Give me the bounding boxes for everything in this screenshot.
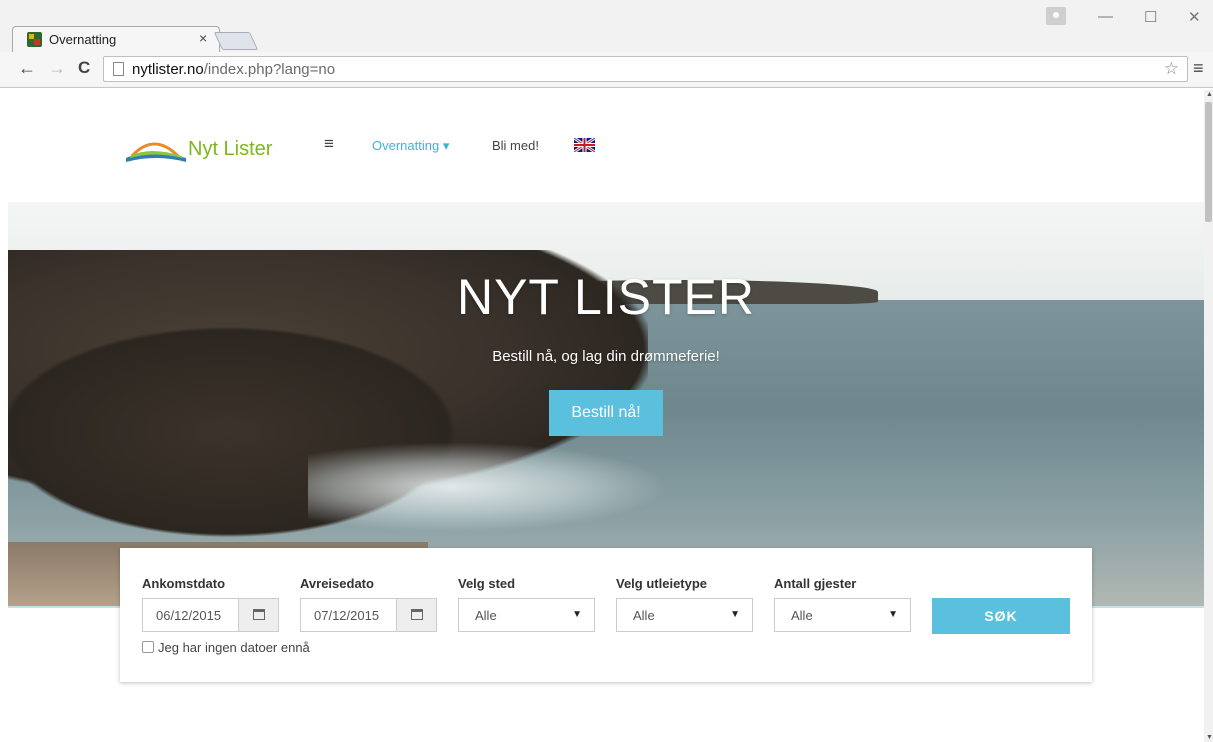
no-dates-label[interactable]: Jeg har ingen datoer ennå [158,640,310,655]
profile-icon[interactable] [1046,7,1066,25]
rental-type-select[interactable]: Alle ▼ [616,598,753,632]
no-dates-checkbox[interactable] [142,641,154,653]
departure-calendar-button[interactable] [396,599,436,631]
back-arrow-icon[interactable]: ← [18,58,36,79]
maximize-icon[interactable]: ☐ [1144,8,1157,26]
browser-menu-icon[interactable]: ≡ [1193,58,1204,79]
dropdown-arrow-icon: ▼ [730,609,740,620]
address-bar[interactable]: nytlister.no/index.php?lang=no ☆ [103,56,1188,82]
departure-date-input[interactable]: 07/12/2015 [300,598,437,632]
site-header: Nyt Lister ≡ Overnatting ▾ Bli med! [8,90,1204,202]
favicon-icon [27,32,42,47]
url-text: nytlister.no/index.php?lang=no [132,61,335,78]
dropdown-arrow-icon: ▼ [888,609,898,620]
page-icon [113,62,124,76]
arrival-calendar-button[interactable] [238,599,278,631]
nav-bli-med[interactable]: Bli med! [492,138,539,153]
guests-select[interactable]: Alle ▼ [774,598,911,632]
url-path: /index.php?lang=no [203,61,336,78]
type-label: Velg utleietype [616,576,708,591]
logo-text: Nyt Lister [188,138,273,160]
arrival-date-input[interactable]: 06/12/2015 [142,598,279,632]
place-label: Velg sted [458,576,516,591]
scroll-up-icon[interactable]: ▲ [1206,91,1213,98]
minimize-icon[interactable]: — [1098,8,1113,25]
scroll-down-icon[interactable]: ▼ [1206,734,1213,741]
url-host: nytlister.no [132,61,204,78]
browser-tab[interactable]: Overnatting × [12,26,220,52]
close-window-icon[interactable]: ✕ [1188,8,1201,26]
place-select-value: Alle [475,608,497,623]
english-flag-icon[interactable] [574,138,595,152]
reload-icon[interactable]: C [78,58,90,78]
page-viewport: Nyt Lister ≡ Overnatting ▾ Bli med! NYT … [8,90,1204,742]
departure-date-value: 07/12/2015 [314,608,380,623]
hero-wave-foam [308,442,668,532]
arrival-date-value: 06/12/2015 [156,608,222,623]
new-tab-button[interactable] [213,32,259,50]
page-scrollbar[interactable]: ▲ ▼ [1204,90,1213,742]
dropdown-arrow-icon: ▼ [572,609,582,620]
place-select[interactable]: Alle ▼ [458,598,595,632]
book-now-button[interactable]: Bestill nå! [549,390,663,436]
site-logo[interactable]: Nyt Lister [126,134,286,164]
departure-label: Avreisedato [300,576,374,591]
guests-select-value: Alle [791,608,813,623]
forward-arrow-icon[interactable]: → [48,58,66,79]
bookmark-star-icon[interactable]: ☆ [1164,59,1179,79]
arrival-label: Ankomstdato [142,576,226,591]
booking-search-panel: Ankomstdato 06/12/2015 Avreisedato 07/12… [120,548,1092,682]
logo-sun-icon [126,142,186,162]
browser-toolbar: ← → C nytlister.no/index.php?lang=no ☆ [0,52,1213,86]
search-button[interactable]: SØK [932,598,1070,634]
nav-overnatting[interactable]: Overnatting ▾ [372,138,449,154]
scrollbar-thumb[interactable] [1205,102,1212,222]
tab-strip: Overnatting × — ☐ ✕ [0,0,1213,52]
calendar-icon [411,609,423,620]
tab-title: Overnatting [49,32,117,47]
hamburger-menu-icon[interactable]: ≡ [324,134,334,154]
hero-subtitle: Bestill nå, og lag din drømmeferie! [492,348,720,365]
tab-close-icon[interactable]: × [199,30,207,46]
browser-chrome: Overnatting × — ☐ ✕ ← → C nytlister.no/i… [0,0,1213,88]
guests-label: Antall gjester [774,576,857,591]
rental-type-value: Alle [633,608,655,623]
hero-title: NYT LISTER [456,269,756,325]
calendar-icon [253,609,265,620]
